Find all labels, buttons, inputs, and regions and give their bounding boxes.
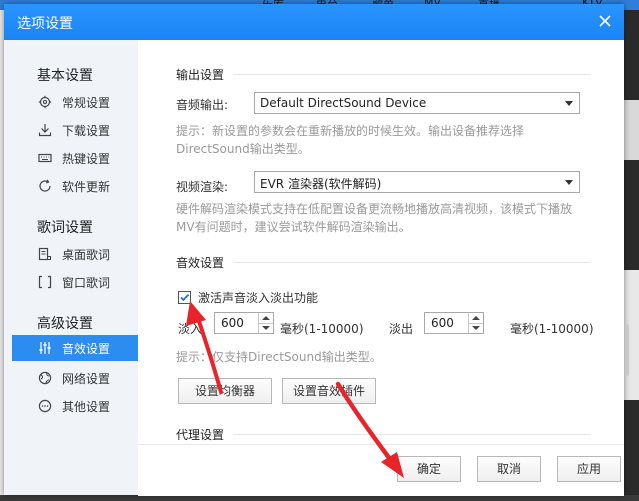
sidebar-item-window-lyrics[interactable]: 窗口歌词 — [12, 269, 138, 295]
audio-output-value: Default DirectSound Device — [260, 96, 427, 110]
fade-out-unit: 毫秒(1-10000) — [510, 322, 594, 336]
sidebar-item-label: 常规设置 — [62, 96, 111, 110]
effect-plugin-button[interactable]: 设置音效插件 — [282, 378, 376, 404]
fade-in-value[interactable]: 600 — [221, 316, 244, 330]
sidebar-section-title: 歌词设置 — [37, 220, 93, 236]
video-render-hint: MV有问题时，建议尝试软件解码渲染输出。 — [176, 220, 411, 234]
sidebar-item-label: 桌面歌词 — [62, 248, 111, 262]
close-icon[interactable] — [596, 12, 614, 30]
video-render-value: EVR 渲染器(软件解码) — [260, 177, 382, 191]
section-divider — [233, 262, 591, 263]
sidebar-item-label: 窗口歌词 — [62, 276, 111, 290]
window-lyrics-icon — [38, 275, 52, 289]
sidebar-item-label: 音效设置 — [62, 342, 111, 356]
section-divider — [233, 74, 591, 75]
effects-section-title: 音效设置 — [176, 256, 225, 270]
apply-button[interactable]: 应用 — [557, 456, 621, 482]
sidebar-section-title: 基本设置 — [37, 68, 93, 84]
sidebar-item-update[interactable]: 软件更新 — [12, 173, 138, 199]
sidebar-item-hotkey[interactable]: 热键设置 — [12, 145, 138, 171]
fade-out-value[interactable]: 600 — [431, 316, 454, 330]
sidebar-section-title: 高级设置 — [37, 316, 93, 332]
audio-output-hint: 提示：新设置的参数会在重新播放的时候生效。输出设备推荐选择 — [176, 124, 525, 138]
gear-icon — [38, 95, 52, 109]
sidebar-item-label: 网络设置 — [62, 372, 111, 386]
more-icon — [38, 399, 52, 413]
dialog-titlebar[interactable]: 选项设置 — [4, 4, 624, 40]
chevron-down-icon — [565, 101, 573, 106]
globe-icon — [38, 371, 52, 385]
sidebar-item-label: 其他设置 — [62, 400, 111, 414]
sidebar-item-label: 下载设置 — [62, 124, 111, 138]
ok-button[interactable]: 确定 — [397, 456, 461, 482]
sidebar-item-other[interactable]: 其他设置 — [12, 393, 138, 419]
fade-checkbox-label[interactable]: 激活声音淡入淡出功能 — [198, 289, 318, 306]
sidebar-item-network[interactable]: 网络设置 — [12, 365, 138, 391]
equalizer-icon — [38, 341, 52, 355]
sidebar-item-label: 软件更新 — [62, 180, 111, 194]
chevron-down-icon — [565, 180, 573, 185]
sidebar-item-label: 热键设置 — [62, 152, 111, 166]
video-render-hint: 硬件解码渲染模式支持在低配置设备更流畅地播放高清视频，该模式下播放 — [176, 202, 573, 216]
dialog-title: 选项设置 — [17, 16, 73, 32]
sidebar-item-sound-effects[interactable]: 音效设置 — [12, 335, 138, 361]
video-render-label: 视频渲染: — [176, 180, 229, 194]
proxy-section-title: 代理设置 — [176, 428, 225, 442]
desktop-lyrics-icon — [38, 247, 52, 261]
keyboard-icon — [38, 151, 52, 165]
output-section-title: 输出设置 — [176, 68, 225, 82]
background-app-right — [624, 10, 639, 501]
sidebar: 基本设置 常规设置 下载设置 热键设置 软件更新 歌词设置 桌面歌词 窗口歌词 … — [4, 40, 138, 495]
stepper-down-icon[interactable] — [258, 323, 273, 333]
cancel-button[interactable]: 取消 — [477, 456, 541, 482]
download-icon — [38, 123, 52, 137]
stepper-down-icon[interactable] — [468, 323, 483, 333]
dialog-footer: 确定 取消 应用 — [138, 444, 624, 496]
audio-output-select[interactable]: Default DirectSound Device — [254, 92, 580, 114]
effects-hint: 提示：仅支持DirectSound输出类型。 — [176, 350, 382, 364]
refresh-icon — [38, 179, 52, 193]
options-dialog: 选项设置 基本设置 常规设置 下载设置 热键设置 软件更新 歌词设置 桌面歌词 — [4, 4, 629, 496]
settings-content: 输出设置 音频输出: Default DirectSound Device 提示… — [138, 40, 624, 460]
audio-output-label: 音频输出: — [176, 98, 229, 112]
content-scrollbar[interactable] — [625, 324, 629, 376]
video-render-select[interactable]: EVR 渲染器(软件解码) — [254, 171, 580, 193]
section-divider — [233, 434, 591, 435]
fade-in-label: 淡入 — [178, 322, 203, 336]
fade-checkbox[interactable] — [178, 291, 191, 304]
fade-in-stepper[interactable]: 600 — [214, 312, 274, 334]
sidebar-item-download[interactable]: 下载设置 — [12, 117, 138, 143]
sidebar-item-general[interactable]: 常规设置 — [12, 89, 138, 115]
fade-out-label: 淡出 — [389, 322, 414, 336]
sidebar-item-desktop-lyrics[interactable]: 桌面歌词 — [12, 241, 138, 267]
equalizer-button[interactable]: 设置均衡器 — [178, 378, 272, 404]
audio-output-hint: DirectSound输出类型。 — [176, 142, 310, 156]
fade-out-stepper[interactable]: 600 — [424, 312, 484, 334]
fade-in-unit: 毫秒(1-10000) — [280, 322, 364, 336]
